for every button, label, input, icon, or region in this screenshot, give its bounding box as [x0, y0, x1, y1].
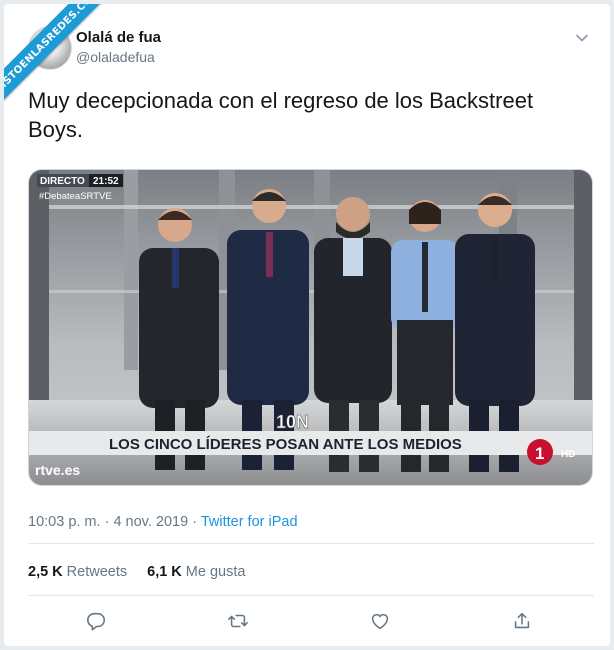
- likes-count: 6,1 K: [147, 564, 182, 580]
- share-icon[interactable]: [511, 610, 533, 632]
- chevron-down-icon[interactable]: [574, 30, 590, 46]
- tweet-time[interactable]: 10:03 p. m.: [28, 514, 101, 530]
- retweets-count: 2,5 K: [28, 564, 63, 580]
- retweets-stat[interactable]: 2,5 K Retweets: [28, 564, 127, 580]
- like-icon[interactable]: [369, 610, 391, 632]
- tweet-stats: 2,5 K Retweets 6,1 K Me gusta: [28, 564, 245, 580]
- tweet-card: VISTOENLASREDES.COM Olalá de fua @olalad…: [4, 4, 610, 646]
- live-time: 21:52: [93, 176, 119, 187]
- channel-hd: HD: [561, 449, 575, 460]
- divider: [28, 595, 594, 596]
- likes-label: Me gusta: [185, 564, 246, 580]
- retweets-label: Retweets: [66, 564, 128, 580]
- action-bar: [28, 608, 594, 636]
- broadcaster-logo: rtve.es: [35, 462, 80, 478]
- reply-icon[interactable]: [85, 610, 107, 632]
- tweet-meta: 10:03 p. m. · 4 nov. 2019 · Twitter for …: [28, 514, 298, 530]
- channel-number: 1: [535, 444, 544, 463]
- likes-stat[interactable]: 6,1 K Me gusta: [147, 564, 245, 580]
- hashtag: #DebateaSRTVE: [39, 191, 112, 202]
- tweet-date[interactable]: 4 nov. 2019: [113, 514, 188, 530]
- meta-separator: ·: [104, 514, 110, 530]
- divider: [28, 543, 594, 544]
- event-logo: 10N: [276, 412, 309, 432]
- watermark-text: VISTOENLASREDES.COM: [4, 4, 114, 109]
- tweet-media[interactable]: DIRECTO 21:52 #DebateaSRTVE 10N LOS CINC…: [28, 169, 593, 486]
- tweet-source[interactable]: Twitter for iPad: [201, 514, 298, 530]
- lower-third-text: LOS CINCO LÍDERES POSAN ANTE LOS MEDIOS: [109, 436, 462, 453]
- meta-separator: ·: [192, 514, 198, 530]
- live-label: DIRECTO: [40, 176, 85, 187]
- retweet-icon[interactable]: [227, 610, 249, 632]
- watermark-ribbon: VISTOENLASREDES.COM: [4, 4, 114, 114]
